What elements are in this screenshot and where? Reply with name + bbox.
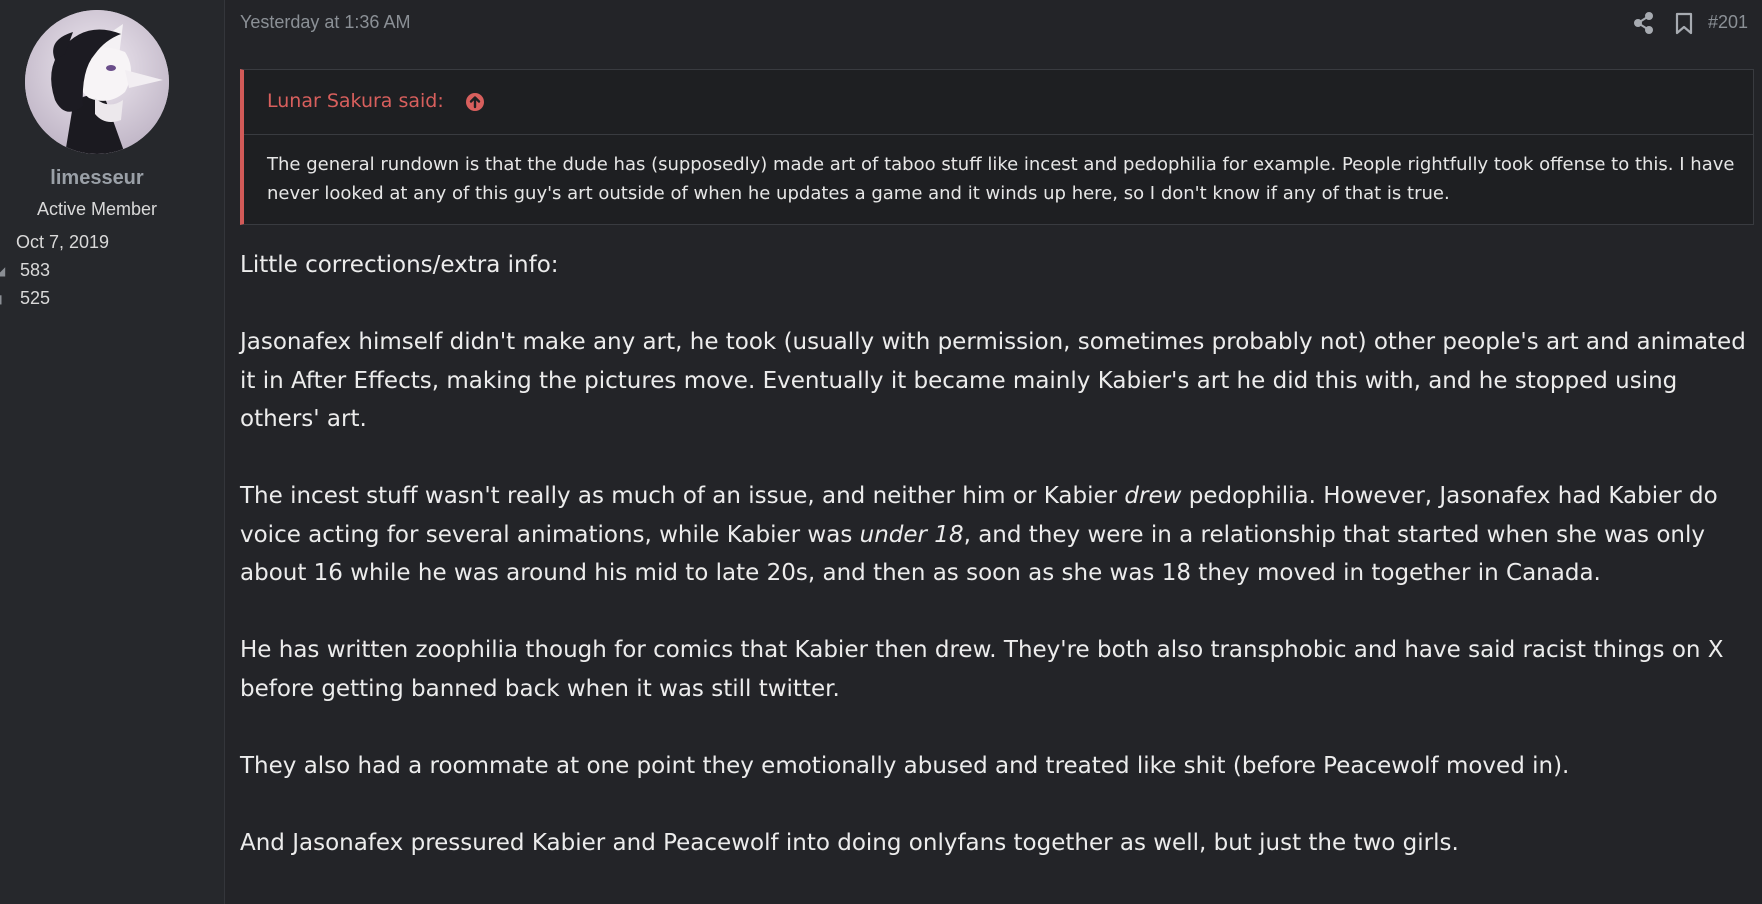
post-paragraph: He has written zoophilia though for comi… xyxy=(240,637,1724,702)
stat-joined-value: Oct 7, 2019 xyxy=(16,232,110,252)
post-paragraph: They also had a roommate at one point th… xyxy=(240,752,1570,779)
quote-text: The general rundown is that the dude has… xyxy=(267,154,1735,204)
post-paragraph: Jasonafex himself didn't make any art, h… xyxy=(240,329,1746,432)
arrow-up-circle-icon[interactable] xyxy=(465,92,485,112)
post-number-link[interactable]: #201 xyxy=(1708,12,1748,33)
quote-author-link[interactable]: Lunar Sakura said: xyxy=(267,90,444,112)
user-title: Active Member xyxy=(36,199,158,219)
post-date[interactable]: Yesterday at 1:36 AM xyxy=(240,12,410,33)
messages-icon: ◢ xyxy=(0,264,6,278)
avatar-image xyxy=(25,10,169,154)
username-link[interactable]: limesseur xyxy=(0,167,194,190)
emphasis-text: drew xyxy=(1124,483,1182,509)
bookmark-icon[interactable] xyxy=(1674,12,1694,36)
stat-reactions-value: 525 xyxy=(20,288,51,308)
quote-header: Lunar Sakura said: xyxy=(244,70,1753,135)
quote-block: Lunar Sakura said: The general rundown i… xyxy=(240,69,1754,225)
paragraph-text: The incest stuff wasn't really as much o… xyxy=(240,483,1125,509)
post-paragraph: Little corrections/extra info: xyxy=(240,252,559,278)
user-sidebar: limesseur Active Member ▪ Oct 7, 2019 ◢ … xyxy=(0,0,225,904)
user-avatar[interactable] xyxy=(25,10,169,154)
post-paragraph: And Jasonafex pressured Kabier and Peace… xyxy=(240,829,1459,856)
stat-messages-value: 583 xyxy=(20,260,51,280)
calendar-icon: ▪ xyxy=(0,236,6,250)
post-body: Little corrections/extra info: Jasonafex… xyxy=(240,246,1758,901)
share-icon[interactable] xyxy=(1633,11,1655,35)
post-paragraph: The incest stuff wasn't really as much o… xyxy=(240,477,1758,593)
emphasis-text: under 18 xyxy=(859,521,964,548)
reactions-icon: ▮ xyxy=(0,292,6,306)
